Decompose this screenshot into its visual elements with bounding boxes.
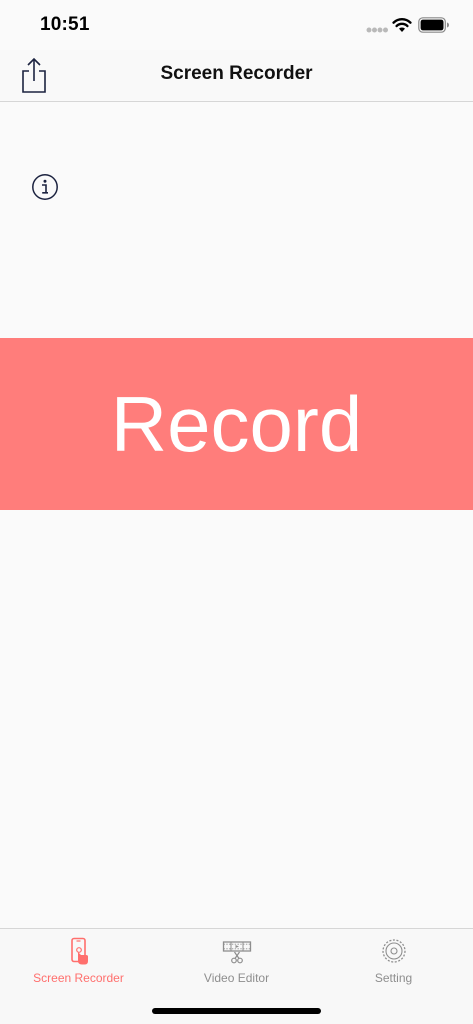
tab-label: Setting bbox=[374, 971, 413, 985]
navigation-bar: Screen Recorder bbox=[0, 50, 473, 102]
tab-setting[interactable]: Setting bbox=[315, 935, 472, 993]
screen: 10:51 Screen Recorder Record Screen Reco… bbox=[0, 0, 473, 1024]
tab-label: Video Editor bbox=[203, 971, 270, 985]
wifi-icon bbox=[392, 18, 412, 32]
home-indicator bbox=[152, 1008, 321, 1014]
tab-video-editor[interactable]: Video Editor bbox=[158, 935, 315, 993]
record-button-label: Record bbox=[110, 379, 363, 468]
tab-screen-recorder[interactable]: Screen Recorder bbox=[0, 935, 157, 993]
cellular-signal-icon bbox=[366, 27, 388, 33]
gear-icon bbox=[381, 939, 406, 963]
status-time: 10:51 bbox=[40, 14, 90, 35]
battery-icon bbox=[418, 17, 449, 33]
record-button[interactable]: Record bbox=[0, 338, 473, 510]
page-title: Screen Recorder bbox=[160, 63, 313, 84]
film-scissors-icon bbox=[222, 941, 251, 964]
phone-touch-icon bbox=[70, 937, 88, 965]
info-icon[interactable] bbox=[31, 173, 59, 201]
status-bar: 10:51 bbox=[0, 0, 473, 50]
tab-label: Screen Recorder bbox=[33, 971, 124, 985]
